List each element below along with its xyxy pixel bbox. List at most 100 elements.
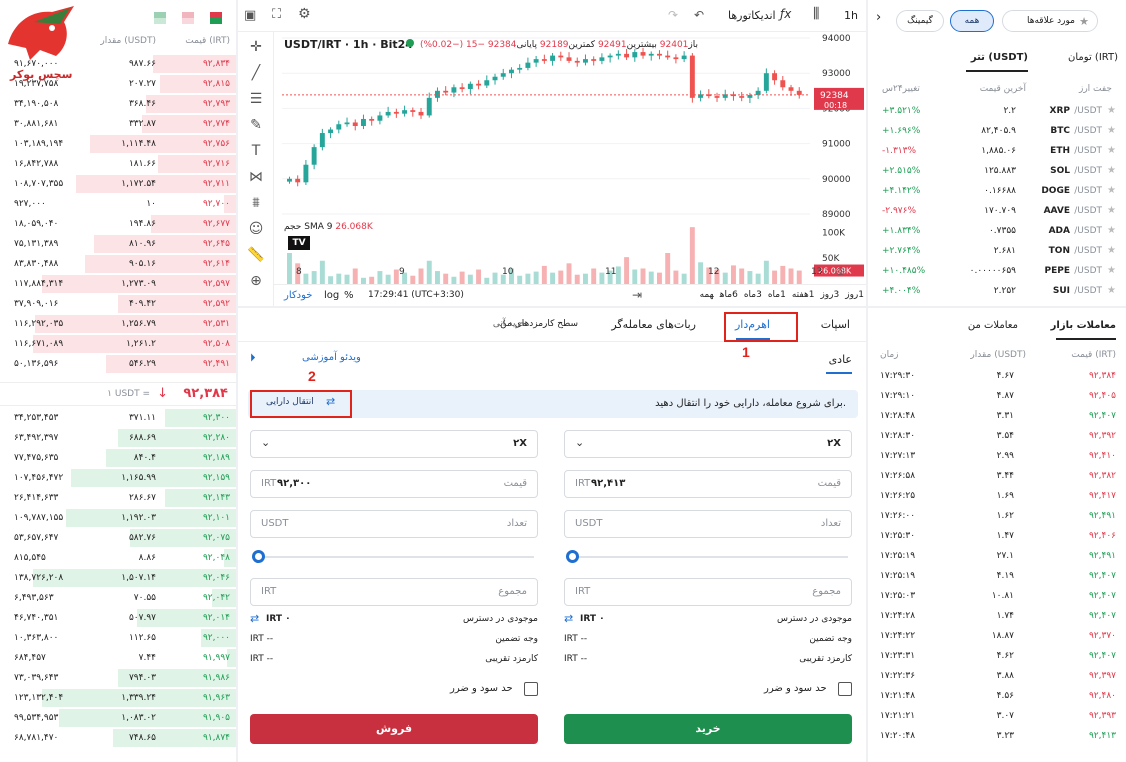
market-row[interactable]: ★ /USDT PEPE ۰.۰۰۰۰۰۶۵۹ +۱۰.۴۸۵% [868, 261, 1126, 281]
sell-price-input[interactable]: قیمت IRT ۹۲,۳۰۰ [250, 470, 538, 498]
bid-row[interactable]: ۹۲,۰۴۲ ۷۰.۵۵ ۶,۴۹۳,۵۶۳ [0, 588, 236, 608]
ask-row[interactable]: ۹۲,۶۴۵ ۸۱۰.۹۶ ۷۵,۱۳۱,۳۸۹ [0, 234, 236, 254]
indicators-button[interactable]: اندیکاتورها [728, 9, 776, 22]
star-icon[interactable]: ★ [1107, 205, 1116, 216]
ask-row[interactable]: ۹۲,۷۱۶ ۱۸۱.۶۶ ۱۶,۸۴۲,۷۸۸ [0, 154, 236, 174]
market-row[interactable]: ★ /USDT XRP ۲.۲ +۳.۵۲۱% [868, 101, 1126, 121]
range-button[interactable]: 1روز [845, 290, 864, 300]
bid-row[interactable]: ۹۲,۱۴۳ ۲۸۶.۶۷ ۲۶,۴۱۴,۶۳۳ [0, 488, 236, 508]
ask-row[interactable]: ۹۲,۶۷۷ ۱۹۴.۸۶ ۱۸,۰۵۹,۰۴۰ [0, 214, 236, 234]
filter-favorites[interactable]: ★ مورد علاقه‌ها [1002, 10, 1098, 32]
fib-tool-icon[interactable]: ☰ [246, 90, 266, 108]
scale-log[interactable]: log [324, 290, 339, 301]
subtab-normal[interactable]: عادی [829, 353, 852, 366]
scale-percent[interactable]: % [344, 290, 354, 301]
ask-row[interactable]: ۹۲,۶۱۴ ۹۰۵.۱۶ ۸۳,۸۳۰,۴۸۸ [0, 254, 236, 274]
position-tool-icon[interactable]: ⩩ [246, 194, 266, 212]
goto-date-icon[interactable]: ⇥ [632, 288, 642, 302]
range-button[interactable]: 6ماه [720, 290, 738, 300]
sell-slider-knob[interactable] [252, 550, 265, 563]
ruler-tool-icon[interactable]: 📏 [246, 246, 266, 264]
video-tutorial-link[interactable]: ویدئو آموزشی [302, 352, 361, 363]
price-chart[interactable]: 940009300092000910009000089000100K50K923… [274, 32, 866, 306]
ask-row[interactable]: ۹۲,۵۰۸ ۱,۲۶۱.۲ ۱۱۶,۶۷۱,۰۸۹ [0, 334, 236, 354]
sell-total-input[interactable]: مجموع IRT [250, 578, 538, 606]
filter-gaming[interactable]: گیمینگ [896, 10, 944, 32]
redo-icon[interactable]: ↷ [668, 8, 678, 22]
tab-bots[interactable]: ربات‌های معامله‌گر [611, 318, 696, 331]
market-row[interactable]: ★ /USDT DOGE ۰.۱۶۶۸۸ +۴.۱۴۲% [868, 181, 1126, 201]
sell-amount-input[interactable]: تعداد USDT [250, 510, 538, 538]
crosshair-tool-icon[interactable]: ✛ [246, 38, 266, 56]
bid-row[interactable]: ۹۲,۱۵۹ ۱,۱۶۵.۹۹ ۱۰۷,۴۵۶,۴۷۲ [0, 468, 236, 488]
bid-row[interactable]: ۹۲,۰۴۶ ۱,۵۰۷.۱۴ ۱۳۸,۷۲۶,۲۰۸ [0, 568, 236, 588]
star-icon[interactable]: ★ [1107, 165, 1116, 176]
market-row[interactable]: ★ /USDT SUI ۲.۲۵۲ +۴.۰۰۴% [868, 281, 1126, 301]
star-icon[interactable]: ★ [1107, 245, 1116, 256]
star-icon[interactable]: ★ [1107, 285, 1116, 296]
market-row[interactable]: ★ /USDT AAVE ۱۷۰.۷۰۹ -۲.۹۷۶% [868, 201, 1126, 221]
trendline-tool-icon[interactable]: ╱ [246, 64, 266, 82]
bid-row[interactable]: ۹۲,۰۱۴ ۵۰۷.۹۷ ۴۶,۷۴۰,۳۵۱ [0, 608, 236, 628]
tab-market-trades[interactable]: معاملات بازار [1051, 320, 1116, 331]
col-last-price[interactable]: آخرین قیمت [980, 84, 1026, 94]
ask-row[interactable]: ۹۲,۷۷۴ ۳۳۲.۸۷ ۳۰,۸۸۱,۶۸۱ [0, 114, 236, 134]
buy-price-input[interactable]: قیمت IRT ۹۲,۴۱۳ [564, 470, 852, 498]
sell-leverage-select[interactable]: ۲X ⌄ [250, 430, 538, 458]
brush-tool-icon[interactable]: ✎ [246, 116, 266, 134]
range-button[interactable]: 3روز [820, 290, 839, 300]
buy-slider-knob[interactable] [566, 550, 579, 563]
sell-tpsl-checkbox[interactable] [524, 682, 538, 696]
range-button[interactable]: 1هفته [792, 290, 815, 300]
buy-button[interactable]: خرید [564, 714, 852, 744]
ask-row[interactable]: ۹۲,۷۹۳ ۳۶۸.۴۶ ۳۴,۱۹۰,۵۰۸ [0, 94, 236, 114]
bid-row[interactable]: ۹۲,۳۰۰ ۳۷۱.۱۱ ۳۴,۲۵۳,۴۵۳ [0, 408, 236, 428]
filter-all[interactable]: همه [950, 10, 994, 32]
candle-type-icon[interactable]: ⫼ [813, 6, 819, 22]
market-row[interactable]: ★ /USDT ADA ۰.۷۳۵۵ +۱.۸۳۴% [868, 221, 1126, 241]
star-icon[interactable]: ★ [1107, 265, 1116, 276]
bid-row[interactable]: ۹۲,۰۰۰ ۱۱۲.۶۵ ۱۰,۳۶۳,۸۰۰ [0, 628, 236, 648]
fx-indicator-icon[interactable]: ƒx [780, 7, 791, 21]
tab-spot[interactable]: اسپات [821, 318, 850, 331]
scale-auto[interactable]: خودکار [284, 290, 312, 301]
range-button[interactable]: همه [700, 290, 714, 300]
emoji-tool-icon[interactable]: ☺ [246, 220, 266, 238]
market-row[interactable]: ★ /USDT SOL ۱۲۵.۸۸۳ +۲.۵۱۵% [868, 161, 1126, 181]
interval-selector[interactable]: 1h [844, 9, 858, 22]
star-icon[interactable]: ★ [1107, 125, 1116, 136]
bid-row[interactable]: ۹۱,۹۹۷ ۷.۴۴ ۶۸۴,۴۵۷ [0, 648, 236, 668]
ask-row[interactable]: ۹۲,۷۵۶ ۱,۱۱۴.۴۸ ۱۰۳,۱۸۹,۱۹۴ [0, 134, 236, 154]
buy-tpsl-checkbox[interactable] [838, 682, 852, 696]
bid-row[interactable]: ۹۲,۲۸۰ ۶۸۸.۶۹ ۶۳,۴۹۲,۳۹۷ [0, 428, 236, 448]
tabs-more-chevron-icon[interactable]: › [502, 317, 506, 328]
star-icon[interactable]: ★ [1107, 105, 1116, 116]
buy-leverage-select[interactable]: ۲X ⌄ [564, 430, 852, 458]
camera-icon[interactable]: ▣ [244, 8, 256, 23]
both-sides-view-icon[interactable] [210, 12, 222, 24]
buy-amount-input[interactable]: تعداد USDT [564, 510, 852, 538]
undo-icon[interactable]: ↶ [694, 8, 704, 22]
bid-row[interactable]: ۹۱,۸۷۴ ۷۴۸.۶۵ ۶۸,۷۸۱,۴۷۰ [0, 728, 236, 748]
bid-row[interactable]: ۹۱,۹۶۳ ۱,۳۳۹.۲۴ ۱۲۳,۱۳۲,۴۰۴ [0, 688, 236, 708]
buy-amount-slider[interactable] [566, 550, 848, 564]
tab-irt[interactable]: تومان (IRT) [1068, 52, 1118, 63]
bid-row[interactable]: ۹۲,۱۸۹ ۸۴۰.۴ ۷۷,۴۷۵,۶۳۵ [0, 448, 236, 468]
bid-row[interactable]: ۹۲,۱۰۱ ۱,۱۹۲.۰۳ ۱۰۹,۷۸۷,۱۵۵ [0, 508, 236, 528]
collapse-chevron-icon[interactable]: › [876, 10, 896, 30]
market-row[interactable]: ★ /USDT ETH ۱,۸۸۵.۰۶ -۱.۳۱۳% [868, 141, 1126, 161]
bid-row[interactable]: ۹۱,۹۰۵ ۱,۰۸۳.۰۲ ۹۹,۵۳۴,۹۵۳ [0, 708, 236, 728]
tab-usdt[interactable]: تتر (USDT) [971, 52, 1028, 63]
text-tool-icon[interactable]: T [246, 142, 266, 160]
ask-row[interactable]: ۹۲,۷۰۰ ۱۰ ۹۲۷,۰۰۰ [0, 194, 236, 214]
ask-row[interactable]: ۹۲,۵۹۲ ۴۰۹.۴۲ ۳۷,۹۰۹,۰۱۶ [0, 294, 236, 314]
range-button[interactable]: 3ماه [744, 290, 762, 300]
sell-button[interactable]: فروش [250, 714, 538, 744]
buy-transfer-icon[interactable]: ⇄ [564, 612, 573, 625]
ask-row[interactable]: ۹۲,۴۹۱ ۵۴۶.۲۹ ۵۰,۱۳۶,۵۹۶ [0, 354, 236, 374]
star-icon[interactable]: ★ [1107, 225, 1116, 236]
star-icon[interactable]: ★ [1107, 185, 1116, 196]
range-button[interactable]: 1ماه [768, 290, 786, 300]
col-pair[interactable]: جفت ارز [1079, 84, 1112, 94]
bids-only-view-icon[interactable] [154, 12, 166, 24]
